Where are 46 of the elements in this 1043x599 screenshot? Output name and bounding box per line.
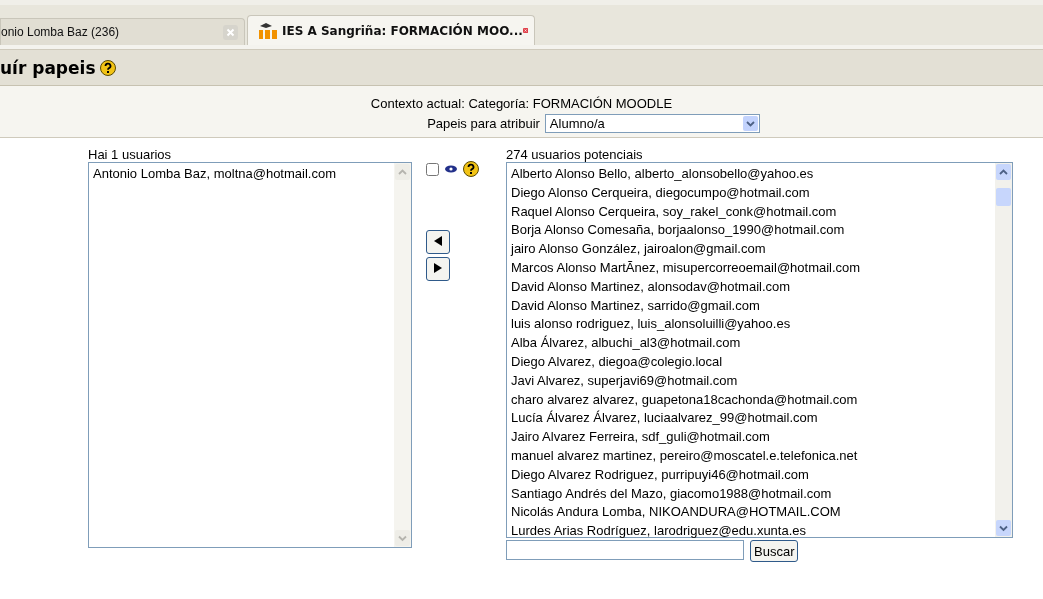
context-text: Contexto actual: Categoría: FORMACIÓN MOODLE [370, 96, 673, 111]
existing-users-label: Hai 1 usuarios [88, 148, 173, 162]
user-item[interactable]: Jairo Alvarez Ferreira, sdf_guli@hotmail.com [511, 428, 995, 447]
potential-users-label: 274 usuarios potenciais [506, 148, 644, 162]
user-item[interactable]: Lurdes Arias Rodríguez, larodriguez@edu.xunta.es [511, 522, 995, 541]
potential-users-list[interactable] [506, 162, 1013, 538]
search-field[interactable] [506, 540, 744, 560]
user-item[interactable]: manuel alvarez martinez, pereiro@moscatel.e.telefonica.net [511, 446, 995, 466]
user-item[interactable]: jairo Alonso González, jairoalon@gmail.com [511, 240, 995, 259]
user-item[interactable]: luis alonso rodriguez, luis_alonsoluilli@yahoo.es [511, 315, 995, 335]
user-item[interactable]: Borja Alonso Comesaña, borjaalonso_1990@hotmail.com [511, 221, 995, 241]
user-item[interactable]: Nicolás Andura Lomba, NIKOANDURA@HOTMAIL.COM [511, 503, 995, 523]
moodle-logo-icon [258, 22, 278, 39]
page-heading: uír papeis [0, 57, 96, 78]
user-item[interactable]: Diego Alonso Cerqueira, diegocumpo@hotmail.com [511, 183, 995, 203]
user-item[interactable]: Lucía Álvarez Álvarez, luciaalvarez_99@hotmail.com [511, 409, 995, 429]
scroll-up-icon[interactable] [996, 164, 1011, 180]
scroll-down-icon[interactable] [996, 520, 1011, 536]
scrollbar-thumb[interactable] [996, 188, 1011, 206]
help-icon[interactable] [99, 59, 116, 76]
search-button[interactable]: Buscar [750, 540, 799, 562]
user-item[interactable]: Raquel Alonso Cerqueira, soy_rakel_conk@hotmail.com [511, 202, 995, 222]
eye-icon[interactable] [445, 165, 457, 173]
user-item[interactable]: Alberto Alonso Bello, alberto_alonsobello@yahoo.es [511, 165, 995, 184]
user-item[interactable]: Santiago Andrés del Mazo, giacomo1988@hotmail.com [511, 484, 995, 504]
role-select[interactable]: Alumno/a [544, 114, 760, 133]
right-arrow-icon [434, 263, 442, 273]
user-item[interactable]: David Alonso Martinez, alonsodav@hotmail.com [511, 277, 995, 297]
user-item[interactable]: charo alvarez alvarez, guapetona18cachonda@hotmail.com [511, 390, 995, 410]
remove-button[interactable] [426, 257, 450, 281]
left-arrow-icon [434, 236, 442, 246]
user-item[interactable]: Javi Alvarez, superjavi69@hotmail.com [511, 371, 995, 391]
user-item[interactable]: Alba Álvarez, albuchi_al3@hotmail.com [511, 334, 995, 353]
existing-users-list[interactable]: Antonio Lomba Baz, moltna@hotmail.com [88, 162, 412, 548]
browser-tab[interactable]: IES A Sangriña: FORMACIÓN MOO... [247, 15, 535, 45]
user-item[interactable]: Marcos Alonso MartÃnez, misupercorreoemail@hotmail.com [511, 259, 995, 278]
role-label: Papeis para atribuir [427, 116, 540, 131]
user-item[interactable]: David Alonso Martinez, sarrido@gmail.com [511, 296, 995, 316]
help-icon[interactable] [463, 161, 479, 177]
user-item[interactable]: Antonio Lomba Baz, moltna@hotmail.com [93, 165, 394, 184]
checkbox[interactable] [426, 162, 439, 176]
add-button[interactable] [426, 230, 450, 254]
user-item[interactable]: Diego Alvarez Rodriguez, purripuyi46@hotmail.com [511, 465, 995, 485]
user-item[interactable]: Diego Alvarez, diegoa@colegio.local [511, 352, 995, 372]
dropdown-icon [742, 116, 758, 131]
browser-tab[interactable]: onio Lomba Baz (236) [0, 18, 245, 45]
